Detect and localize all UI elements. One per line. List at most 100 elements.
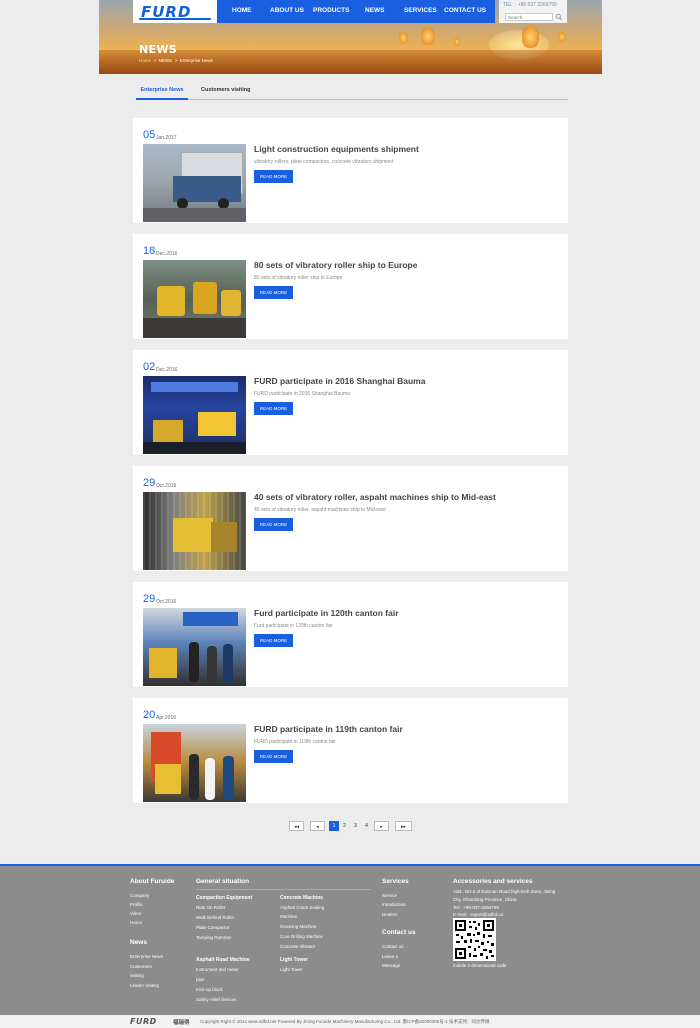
footer-general-title: General situation [196, 878, 250, 885]
read-more-button[interactable]: READ MORE [254, 170, 293, 183]
footer-link-asphalt-crack[interactable]: Asphalt Crack Sealing [280, 905, 324, 910]
tab-customers-visiting[interactable]: Customers visiting [201, 87, 251, 98]
news-card[interactable]: 05 Jan.2017 Light construction equipment… [133, 118, 568, 223]
news-month: Oct.2016 [156, 483, 177, 489]
footer-light-title[interactable]: Light Tower [280, 957, 308, 963]
lantern-decoration [522, 26, 539, 48]
read-more-button[interactable]: READ MORE [254, 402, 293, 415]
footer-link-company[interactable]: Company [130, 893, 149, 898]
nav-services[interactable]: SERVICES [404, 7, 437, 14]
news-card[interactable]: 29 Oct.2016 40 sets of vibratory roller,… [133, 466, 568, 571]
footer-services-title: Services [382, 878, 409, 885]
nav-home[interactable]: HOME [232, 7, 252, 14]
breadcrumb-home[interactable]: Home [139, 58, 151, 63]
read-more-button[interactable]: READ MORE [254, 634, 293, 647]
footer-accessories-title: Accessories and services [453, 878, 533, 885]
footer-link-message[interactable]: Message [382, 963, 400, 968]
search-input[interactable] [505, 13, 553, 21]
nav-products[interactable]: PRODUCTS [313, 7, 349, 14]
footer-link-plate-compactor[interactable]: Plate Compactor [196, 925, 230, 930]
news-month: Jan.2017 [156, 135, 177, 141]
pagination-page-3[interactable]: 3 [351, 821, 360, 831]
tab-enterprise-news[interactable]: Enterprise News [136, 87, 188, 100]
news-title[interactable]: 80 sets of vibratory roller ship to Euro… [254, 260, 417, 270]
news-title[interactable]: FURD participate in 119th canton fair [254, 724, 403, 734]
footer-link-tamping-rammer[interactable]: Tamping Rammer [196, 935, 232, 940]
footer-divider [196, 889, 371, 890]
footer-link-honor[interactable]: Honor [130, 920, 142, 925]
news-card[interactable]: 20 Apr.2016 FURD participate in 119th ca… [133, 698, 568, 803]
footer-link-customers[interactable]: Customers [130, 964, 152, 969]
footer-link-profile[interactable]: Profile [130, 902, 143, 907]
lantern-decoration [454, 38, 460, 46]
news-thumbnail[interactable] [143, 260, 246, 338]
footer-link-video[interactable]: Video [130, 911, 141, 916]
news-card[interactable]: 18 Dec.2016 80 sets of vibratory roller … [133, 234, 568, 339]
news-title[interactable]: Furd participate in 120th canton fair [254, 608, 399, 618]
footer-link-enterprise-news[interactable]: Enterprise News [130, 954, 163, 959]
footer-link-leave-a[interactable]: Leave a [382, 954, 398, 959]
news-day: 18 [143, 245, 156, 257]
footer-news-title: News [130, 939, 147, 946]
footer-link-introduction[interactable]: Introduction [382, 902, 406, 907]
pagination-page-1[interactable]: 1 [329, 821, 339, 831]
read-more-button[interactable]: READ MORE [254, 518, 293, 531]
footer-asphalt-title[interactable]: Asphalt Road Machine [196, 957, 250, 963]
qr-code-icon [453, 918, 496, 961]
footer-logo-cn: 福瑞得 [173, 1020, 190, 1026]
footer-contact-title: Contact us [382, 929, 416, 936]
footer-link-leader-visiting[interactable]: Leader visiting [130, 983, 159, 988]
pagination-page-4[interactable]: 4 [362, 821, 371, 831]
news-title[interactable]: Light construction equipments shipment [254, 144, 419, 154]
news-summary: FURD participate in 119th canton fair [254, 739, 336, 745]
pagination-next[interactable]: ▸ [374, 821, 389, 831]
footer-link-kick-up-block[interactable]: Kick-up block [196, 987, 223, 992]
pagination-last[interactable]: ▸▸ [395, 821, 412, 831]
footer-link-instrument[interactable]: Instrument and meter [196, 967, 239, 972]
news-thumbnail[interactable] [143, 492, 246, 570]
footer-link-core-drilling[interactable]: Core Drilling Machine [280, 934, 323, 939]
footer-link-concrete-vibrator[interactable]: Concrete Vibrator [280, 944, 315, 949]
footer-link-service[interactable]: Service [382, 893, 397, 898]
footer-link-dealers[interactable]: Dealers [382, 912, 398, 917]
footer-link-machine[interactable]: Machine [280, 914, 297, 919]
lantern-decoration [399, 32, 408, 44]
main-nav: HOME ABOUT US PRODUCTS NEWS SERVICES CON… [217, 0, 495, 23]
news-thumbnail[interactable] [143, 376, 246, 454]
news-card[interactable]: 29 Oct.2016 Furd participate in 120th ca… [133, 582, 568, 687]
footer-link-visiting[interactable]: visiting [130, 973, 144, 978]
news-title[interactable]: FURD participate in 2016 Shanghai Bauma [254, 376, 425, 386]
news-thumbnail[interactable] [143, 724, 246, 802]
nav-about-us[interactable]: ABOUT US [270, 7, 304, 14]
nav-contact-us[interactable]: CONTACT US [444, 7, 486, 14]
footer-link-grooving-machine[interactable]: Grooving Machine [280, 924, 317, 929]
search-icon[interactable] [555, 13, 563, 21]
breadcrumb-news[interactable]: NEWS [159, 58, 173, 63]
footer-link-walk-behind-roller[interactable]: Walk Behind Roller [196, 915, 234, 920]
news-day: 20 [143, 709, 156, 721]
news-card[interactable]: 02 Dec.2016 FURD participate in 2016 Sha… [133, 350, 568, 455]
footer-link-safety-relief[interactable]: Safety relief devices [196, 997, 236, 1002]
footer-link-pipe[interactable]: pipe [196, 977, 205, 982]
read-more-button[interactable]: READ MORE [254, 750, 293, 763]
news-day: 29 [143, 593, 156, 605]
footer-compaction-title[interactable]: Compaction Equipment [196, 895, 252, 901]
news-title[interactable]: 40 sets of vibratory roller, aspaht mach… [254, 492, 496, 502]
news-thumbnail[interactable] [143, 144, 246, 222]
pagination-first[interactable]: ◂◂ [289, 821, 304, 831]
header-banner: FURD HOME ABOUT US PRODUCTS NEWS SERVICE… [99, 0, 602, 74]
footer-link-contact-us[interactable]: Contact us [382, 944, 404, 949]
lantern-decoration [421, 28, 435, 45]
lantern-decoration [558, 32, 566, 42]
footer-link-ride-on-roller[interactable]: Ride On Roller [196, 905, 226, 910]
pagination-prev[interactable]: ◂ [310, 821, 325, 831]
pagination-page-2[interactable]: 2 [340, 821, 349, 831]
news-thumbnail[interactable] [143, 608, 246, 686]
news-summary: 40 sets of vibratory roller, aspaht mach… [254, 507, 386, 513]
footer-concrete-title[interactable]: Concrete Machine [280, 895, 323, 901]
footer-link-light-tower[interactable]: Light Tower [280, 967, 303, 972]
news-month: Apr.2016 [156, 715, 177, 721]
read-more-button[interactable]: READ MORE [254, 286, 293, 299]
logo-link[interactable]: FURD [133, 0, 217, 23]
nav-news[interactable]: NEWS [365, 7, 385, 14]
